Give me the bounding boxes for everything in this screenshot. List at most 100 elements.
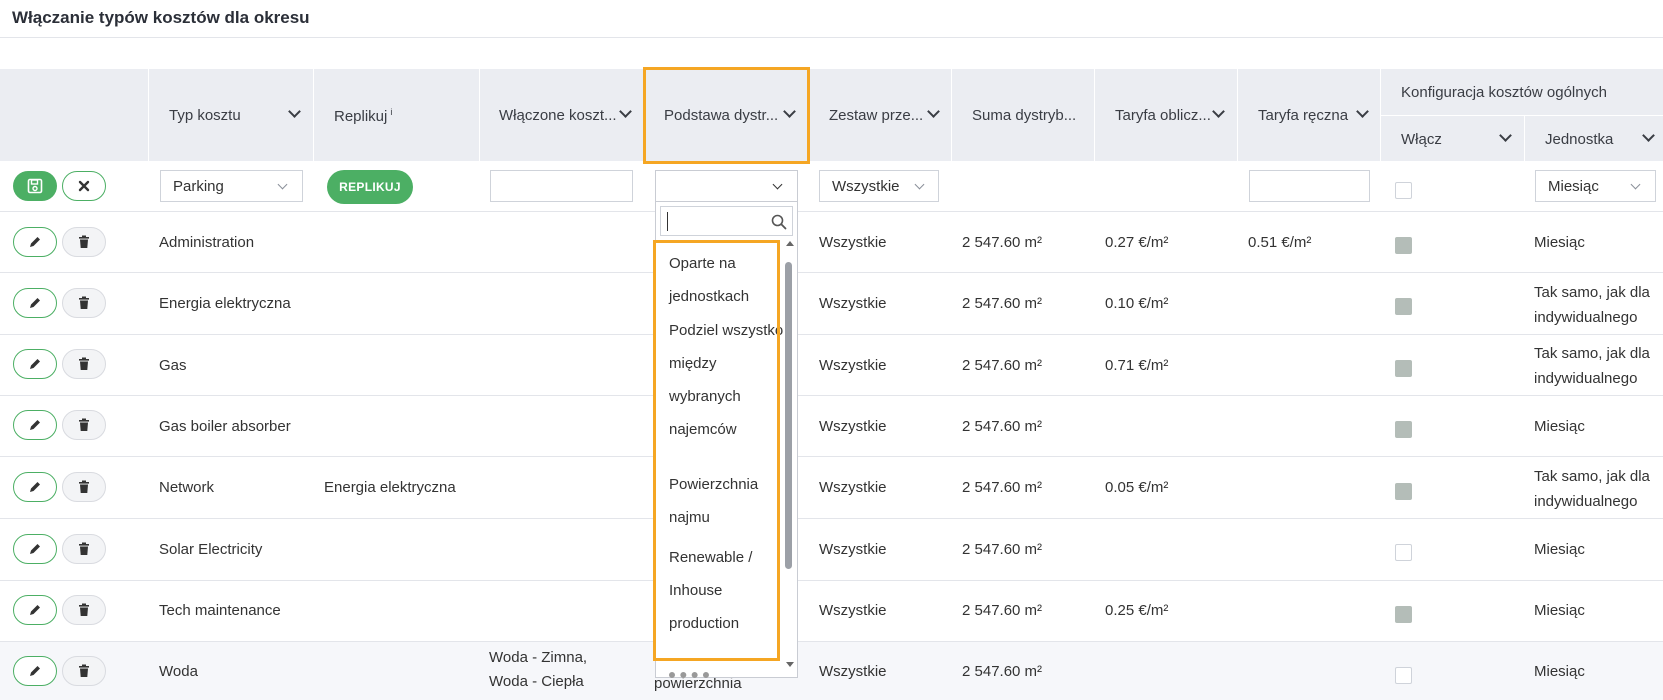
typ-cell: Gas xyxy=(159,357,187,374)
edit-button[interactable] xyxy=(13,472,57,502)
trash-icon xyxy=(79,542,89,555)
col-header-jednostka[interactable]: Jednostka xyxy=(1545,131,1613,148)
include-checkbox xyxy=(1395,237,1412,254)
edit-button[interactable] xyxy=(13,595,57,625)
typ-cell: Woda xyxy=(159,663,198,680)
scroll-down-arrow-icon[interactable] xyxy=(786,662,794,667)
zestaw-select[interactable]: Wszystkie xyxy=(819,170,939,202)
zestaw-cell: Wszystkie xyxy=(819,357,887,374)
suma-cell: 2 547.60 m² xyxy=(962,602,1043,619)
col-header-suma: Suma dystryb... xyxy=(972,107,1077,124)
chevron-down-icon xyxy=(277,179,288,190)
trash-icon xyxy=(79,296,89,309)
taryfa-oblicz-cell: 0.27 €/m² xyxy=(1105,234,1169,251)
pencil-icon xyxy=(30,544,40,554)
trash-icon xyxy=(79,664,89,677)
edit-button[interactable] xyxy=(13,288,57,318)
jednostka-cell: Miesiąc xyxy=(1534,602,1585,619)
delete-button[interactable] xyxy=(62,472,106,502)
suma-cell: 2 547.60 m² xyxy=(962,418,1043,435)
taryfa-reczna-input[interactable] xyxy=(1249,170,1370,202)
wlaczone-cell: Woda - Zimna, Woda - Ciepła xyxy=(489,649,588,690)
zestaw-cell: Wszystkie xyxy=(819,479,887,496)
delete-button[interactable] xyxy=(62,595,106,625)
taryfa-oblicz-cell: 0.71 €/m² xyxy=(1105,357,1169,374)
jednostka-cell: Miesiąc xyxy=(1534,541,1585,558)
replicate-button[interactable]: REPLIKUJ xyxy=(327,170,413,204)
wlaczone-koszty-input[interactable] xyxy=(490,170,633,202)
jednostka-cell: Tak samo, jak dla indywidualnego xyxy=(1534,345,1650,387)
jednostka-cell: Miesiąc xyxy=(1534,234,1585,251)
suma-cell: 2 547.60 m² xyxy=(962,541,1043,558)
dropdown-search-input[interactable] xyxy=(660,206,793,236)
col-header-typ-kosztu[interactable]: Typ kosztu xyxy=(169,107,241,124)
pencil-icon xyxy=(30,298,40,308)
include-checkbox xyxy=(1395,421,1412,438)
floppy-disk-icon xyxy=(27,178,43,194)
suma-cell: 2 547.60 m² xyxy=(962,234,1043,251)
trash-icon xyxy=(79,418,89,431)
delete-button[interactable] xyxy=(62,349,106,379)
save-button[interactable] xyxy=(13,171,57,201)
typ-cell: Network xyxy=(159,479,215,496)
include-checkbox xyxy=(1395,298,1412,315)
page-title: Włączanie typów kosztów dla okresu xyxy=(12,8,310,27)
cancel-button[interactable] xyxy=(62,171,106,201)
zestaw-cell: Wszystkie xyxy=(819,418,887,435)
typ-cell: Administration xyxy=(159,234,255,251)
jednostka-cell: Tak samo, jak dla indywidualnego xyxy=(1534,284,1650,326)
include-checkbox xyxy=(1395,667,1412,684)
scroll-up-arrow-icon[interactable] xyxy=(786,241,794,246)
taryfa-reczna-cell: 0.51 €/m² xyxy=(1248,234,1312,251)
edit-button[interactable] xyxy=(13,534,57,564)
trash-icon xyxy=(79,480,89,493)
col-header-taryfa-reczna[interactable]: Taryfa ręczna xyxy=(1258,107,1348,124)
edit-button[interactable] xyxy=(13,656,57,686)
info-icon[interactable]: i xyxy=(390,107,392,117)
edit-button[interactable] xyxy=(13,227,57,257)
delete-button[interactable] xyxy=(62,227,106,257)
pencil-icon xyxy=(30,359,40,369)
delete-button[interactable] xyxy=(62,656,106,686)
delete-button[interactable] xyxy=(62,534,106,564)
typ-cell: Energia elektryczna xyxy=(159,295,291,312)
col-header-replikuj: Replikuj i xyxy=(334,107,393,125)
zestaw-cell: Wszystkie xyxy=(819,234,887,251)
typ-cell: Gas boiler absorber xyxy=(159,418,291,435)
chevron-down-icon xyxy=(772,179,783,190)
zestaw-cell: Wszystkie xyxy=(819,663,887,680)
trash-icon xyxy=(79,357,89,370)
pencil-icon xyxy=(30,420,40,430)
taryfa-oblicz-cell: 0.10 €/m² xyxy=(1105,295,1169,312)
delete-button[interactable] xyxy=(62,288,106,318)
zestaw-cell: Wszystkie xyxy=(819,602,887,619)
podstawa-select[interactable] xyxy=(655,170,798,202)
col-header-zestaw[interactable]: Zestaw prze... xyxy=(829,107,923,124)
col-header-wlacz[interactable]: Włącz xyxy=(1401,131,1442,148)
col-header-taryfa-oblicz[interactable]: Taryfa oblicz... xyxy=(1115,107,1211,124)
edit-button[interactable] xyxy=(13,410,57,440)
replikuj-cell: Energia elektryczna xyxy=(324,479,456,496)
typ-cell: Solar Electricity xyxy=(159,541,263,558)
pencil-icon xyxy=(30,666,40,676)
col-header-wlaczone[interactable]: Włączone koszt... xyxy=(499,107,617,124)
include-checkbox xyxy=(1395,483,1412,500)
jednostka-select[interactable]: Miesiąc xyxy=(1535,170,1656,202)
search-icon xyxy=(771,214,787,230)
pencil-icon xyxy=(30,482,40,492)
edit-button[interactable] xyxy=(13,349,57,379)
pencil-icon xyxy=(30,237,40,247)
taryfa-oblicz-cell: 0.25 €/m² xyxy=(1105,602,1169,619)
delete-button[interactable] xyxy=(62,410,106,440)
suma-cell: 2 547.60 m² xyxy=(962,357,1043,374)
header-highlight xyxy=(643,67,810,164)
typ-cell: Tech maintenance xyxy=(159,602,281,619)
include-checkbox[interactable] xyxy=(1395,182,1412,199)
chevron-down-icon xyxy=(1630,179,1641,190)
dropdown-scrollbar[interactable] xyxy=(785,262,792,569)
chevron-down-icon xyxy=(914,179,925,190)
typ-kosztu-select[interactable]: Parking xyxy=(160,170,303,202)
suma-cell: 2 547.60 m² xyxy=(962,295,1043,312)
close-icon xyxy=(78,180,90,192)
jednostka-cell: Tak samo, jak dla indywidualnego xyxy=(1534,468,1650,510)
